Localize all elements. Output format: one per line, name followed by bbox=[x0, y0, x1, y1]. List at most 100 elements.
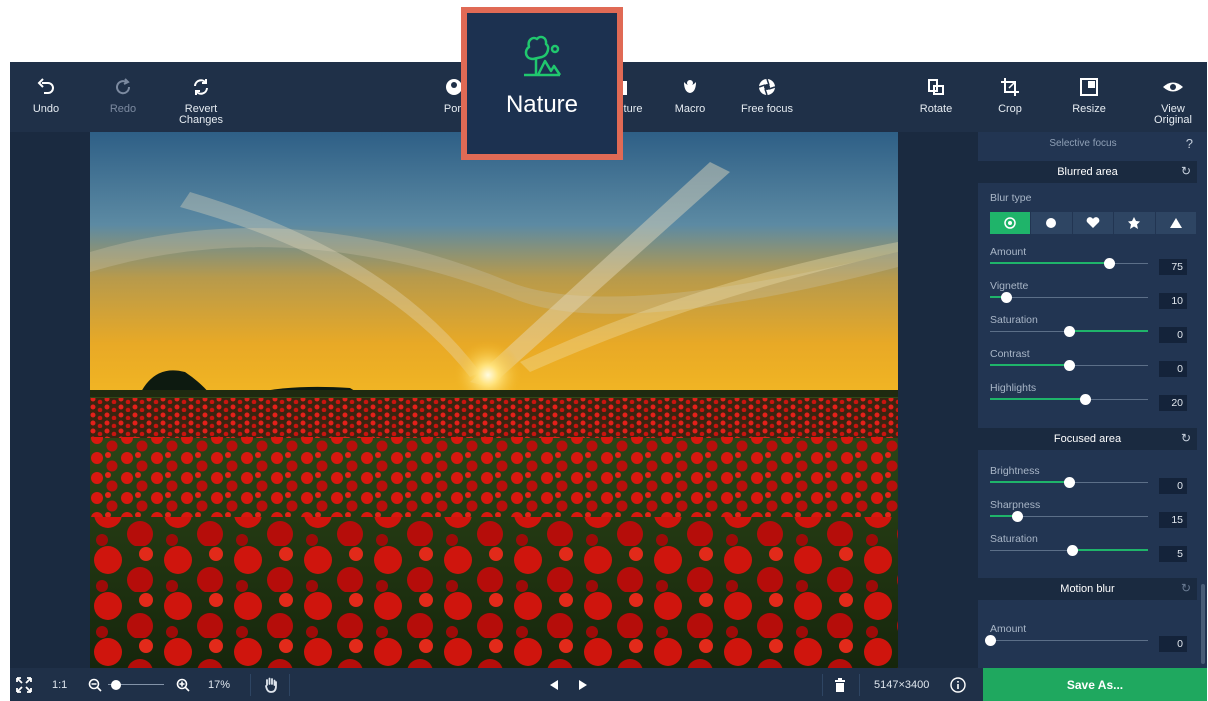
blur-type-ellipse[interactable] bbox=[1031, 212, 1072, 234]
rotate-label: Rotate bbox=[919, 103, 953, 115]
blurred-area-header[interactable]: Blurred area ↻ bbox=[978, 161, 1197, 183]
blur-type-circle[interactable] bbox=[990, 212, 1031, 234]
redo-icon bbox=[113, 74, 133, 100]
hand-tool-icon[interactable] bbox=[264, 668, 278, 701]
redo-button[interactable]: Redo bbox=[103, 62, 143, 132]
macro-label: Macro bbox=[674, 103, 706, 115]
reset-icon[interactable]: ↻ bbox=[1181, 431, 1191, 445]
blur-type-selector bbox=[990, 212, 1197, 234]
canvas-margin-right bbox=[898, 132, 978, 668]
slider-value-field[interactable]: 20 bbox=[1159, 395, 1187, 411]
nature-callout-label: Nature bbox=[505, 91, 579, 118]
slider-knob[interactable] bbox=[1064, 326, 1075, 337]
blur-type-label: Blur type bbox=[990, 192, 1032, 204]
slider-value-field[interactable]: 5 bbox=[1159, 546, 1187, 562]
undo-label: Undo bbox=[32, 103, 60, 115]
save-as-button[interactable]: Save As... bbox=[983, 668, 1207, 701]
nature-icon bbox=[524, 35, 562, 77]
nature-callout[interactable]: Nature bbox=[461, 7, 623, 160]
actual-size-button[interactable]: 1:1 bbox=[52, 668, 67, 701]
refresh-icon bbox=[191, 74, 211, 100]
divider bbox=[822, 674, 823, 696]
rotate-icon bbox=[926, 74, 946, 100]
panel-title-bar: Selective focus ? bbox=[978, 132, 1207, 156]
slider-track bbox=[990, 640, 1148, 641]
slider-fill bbox=[990, 262, 1109, 264]
slider-value-field[interactable]: 10 bbox=[1159, 293, 1187, 309]
blur-type-heart[interactable] bbox=[1072, 212, 1114, 234]
undo-button[interactable]: Undo bbox=[26, 62, 66, 132]
view-label-line2: Original bbox=[1154, 114, 1192, 126]
slider[interactable] bbox=[990, 360, 1148, 372]
divider bbox=[250, 674, 251, 696]
slider-value-field[interactable]: 15 bbox=[1159, 512, 1187, 528]
slider-label: Highlights bbox=[990, 382, 1037, 394]
slider-value-field[interactable]: 75 bbox=[1159, 259, 1187, 275]
zoom-slider[interactable] bbox=[108, 668, 164, 701]
panel-scrollbar[interactable] bbox=[1201, 584, 1205, 664]
help-button[interactable]: ? bbox=[1186, 136, 1193, 151]
slider[interactable] bbox=[990, 511, 1148, 523]
revert-changes-button[interactable]: Revert Changes bbox=[171, 62, 231, 132]
slider-value-field[interactable]: 0 bbox=[1159, 361, 1187, 377]
rotate-button[interactable]: Rotate bbox=[914, 62, 958, 132]
free-focus-label: Free focus bbox=[741, 103, 793, 115]
slider-label: Amount bbox=[990, 623, 1027, 635]
view-original-button[interactable]: View Original bbox=[1148, 62, 1198, 132]
triangle-icon bbox=[1169, 218, 1182, 228]
zoom-slider-knob[interactable] bbox=[111, 679, 122, 690]
slider-value-field[interactable]: 0 bbox=[1159, 636, 1187, 652]
slider[interactable] bbox=[990, 394, 1148, 406]
slider-knob[interactable] bbox=[1067, 545, 1079, 556]
reset-icon[interactable]: ↻ bbox=[1181, 164, 1191, 178]
next-image-button[interactable] bbox=[577, 668, 589, 701]
slider-label: Sharpness bbox=[990, 499, 1041, 511]
trash-icon[interactable] bbox=[834, 668, 846, 701]
slider-knob[interactable] bbox=[1064, 360, 1075, 371]
motion-blur-header[interactable]: Motion blur ↻ bbox=[978, 578, 1197, 600]
reset-icon[interactable]: ↻ bbox=[1181, 581, 1191, 595]
slider[interactable] bbox=[990, 477, 1148, 489]
slider-value-field[interactable]: 0 bbox=[1159, 327, 1187, 343]
info-icon[interactable] bbox=[950, 668, 966, 701]
blurred-area-title: Blurred area bbox=[1057, 166, 1118, 178]
slider-knob[interactable] bbox=[1079, 394, 1091, 405]
slider-knob[interactable] bbox=[1000, 292, 1012, 303]
poppy-field-photo bbox=[90, 132, 898, 668]
image-dimensions: 5147×3400 bbox=[874, 678, 930, 691]
slider-value-field[interactable]: 0 bbox=[1159, 478, 1187, 494]
free-focus-button[interactable]: Free focus bbox=[734, 62, 800, 132]
resize-button[interactable]: Resize bbox=[1065, 62, 1113, 132]
aperture-icon bbox=[757, 74, 777, 100]
blur-type-star[interactable] bbox=[1114, 212, 1155, 234]
fit-to-screen-icon[interactable] bbox=[16, 668, 32, 701]
zoom-in-icon[interactable] bbox=[176, 668, 190, 701]
slider[interactable] bbox=[990, 326, 1148, 338]
zoom-level: 17% bbox=[208, 678, 231, 691]
slider-knob[interactable] bbox=[1103, 258, 1115, 269]
slider[interactable] bbox=[990, 258, 1148, 270]
motion-blur-title: Motion blur bbox=[1060, 583, 1115, 595]
blur-type-triangle[interactable] bbox=[1155, 212, 1197, 234]
panel-title: Selective focus bbox=[1049, 138, 1117, 149]
slider-knob[interactable] bbox=[985, 635, 996, 646]
slider[interactable] bbox=[990, 545, 1148, 557]
slider[interactable] bbox=[990, 292, 1148, 304]
previous-image-button[interactable] bbox=[548, 668, 560, 701]
macro-button[interactable]: Macro bbox=[668, 62, 712, 132]
slider-fill bbox=[990, 364, 1069, 366]
slider-fill bbox=[1072, 549, 1148, 551]
crop-icon bbox=[1000, 74, 1020, 100]
focused-area-header[interactable]: Focused area ↻ bbox=[978, 428, 1197, 450]
slider-knob[interactable] bbox=[1064, 477, 1075, 488]
circle-icon bbox=[1004, 217, 1016, 229]
focused-area-title: Focused area bbox=[1053, 433, 1122, 445]
arrow-right-icon bbox=[579, 679, 587, 690]
crop-button[interactable]: Crop bbox=[990, 62, 1030, 132]
photo-canvas[interactable] bbox=[90, 132, 898, 668]
slider-knob[interactable] bbox=[1011, 511, 1023, 522]
slider[interactable] bbox=[985, 635, 1148, 647]
resize-icon bbox=[1079, 74, 1099, 100]
zoom-out-icon[interactable] bbox=[88, 668, 102, 701]
star-icon bbox=[1128, 217, 1141, 229]
